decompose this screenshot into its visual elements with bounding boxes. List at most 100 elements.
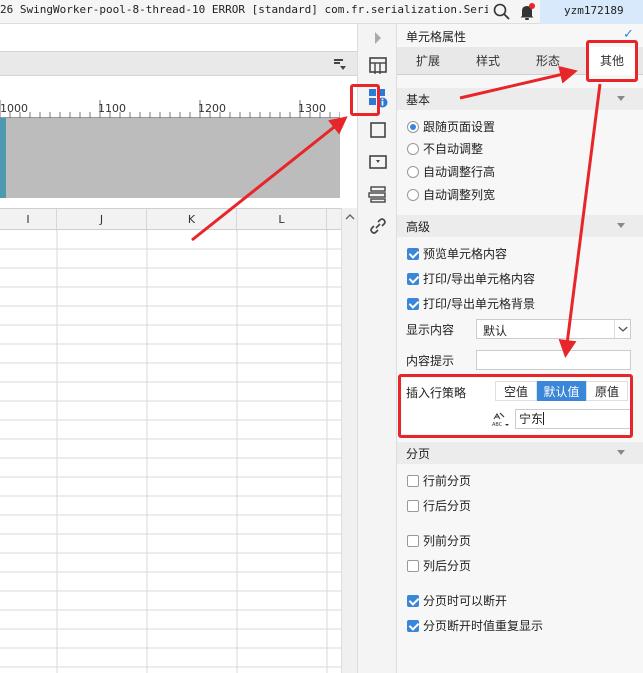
text-editor-icon[interactable]: ABC [491, 412, 511, 428]
insert-original-button[interactable]: 原值 [586, 381, 628, 401]
column-header-j[interactable]: J [57, 209, 147, 231]
user-name: yzm172189 [564, 4, 624, 17]
checkbox-icon [407, 298, 419, 310]
tab-form[interactable]: 形态 [521, 47, 575, 75]
section-paging-header[interactable]: 分页 [397, 442, 643, 464]
ruler-label: 1200 [198, 102, 226, 115]
column-headers: I J K L [0, 208, 341, 231]
dropdown-menu-icon[interactable] [333, 57, 347, 71]
chevron-down-icon [617, 96, 625, 101]
column-header-k[interactable]: K [147, 209, 237, 231]
check-preview-content[interactable]: 预览单元格内容 [407, 245, 507, 263]
insert-row-strategy: 插入行策略 空值 默认值 原值 ABC 宁东 [402, 378, 631, 434]
tab-other[interactable]: 其他 [586, 47, 638, 75]
tab-expand[interactable]: 扩展 [401, 47, 455, 75]
cell-attributes-icon[interactable] [366, 86, 390, 110]
selection-edge [0, 118, 6, 198]
horizontal-ruler: 1000 1100 1200 1300 [0, 100, 340, 118]
log-message: 26 SwingWorker-pool-8-thread-10 ERROR [s… [0, 3, 488, 16]
checkbox-icon [407, 500, 419, 512]
cell-grid[interactable]: I J K L [0, 208, 341, 673]
section-advanced-header[interactable]: 高级 [397, 215, 643, 237]
check-print-background[interactable]: 打印/导出单元格背景 [407, 295, 535, 313]
option-label: 行前分页 [423, 474, 472, 488]
checkbox-icon [407, 475, 419, 487]
content-tip-label: 内容提示 [406, 354, 455, 368]
radio-auto-col-width[interactable]: 自动调整列宽 [407, 186, 495, 204]
section-basic-title: 基本 [406, 93, 431, 107]
section-basic-header[interactable]: 基本 [397, 88, 643, 110]
checkbox-icon [407, 535, 419, 547]
canvas-background [0, 118, 340, 198]
radio-icon [407, 189, 419, 201]
hyperlink-icon[interactable] [366, 214, 390, 238]
display-content-select[interactable]: 默认 [476, 319, 631, 339]
option-label: 行后分页 [423, 499, 472, 513]
option-label: 列后分页 [423, 559, 472, 573]
collapse-arrow-icon[interactable] [366, 26, 390, 50]
panel-title: 单元格属性 [406, 30, 467, 44]
grid-lines [0, 230, 341, 673]
check-page-after-row[interactable]: 行后分页 [407, 497, 471, 515]
check-repeat-on-break[interactable]: 分页断开时值重复显示 [407, 617, 543, 635]
default-value-text: 宁东 [519, 412, 544, 426]
border-icon[interactable] [366, 118, 390, 142]
check-page-after-col[interactable]: 列后分页 [407, 557, 471, 575]
checkbox-icon [407, 620, 419, 632]
option-label: 自动调整行高 [423, 165, 496, 179]
ruler-label: 1000 [0, 102, 28, 115]
chevron-down-icon [617, 450, 625, 455]
section-paging-title: 分页 [406, 447, 431, 461]
cell-expand-icon[interactable] [366, 54, 390, 78]
option-label: 分页时可以断开 [423, 594, 508, 608]
radio-icon [407, 166, 419, 178]
checkbox-icon [407, 248, 419, 260]
tab-style[interactable]: 样式 [461, 47, 515, 75]
check-page-before-col[interactable]: 列前分页 [407, 532, 471, 550]
property-tabs: 扩展 样式 形态 其他 [397, 47, 643, 75]
check-page-before-row[interactable]: 行前分页 [407, 472, 471, 490]
user-account[interactable]: yzm172189 [540, 0, 643, 24]
chevron-down-icon[interactable] [614, 320, 631, 338]
check-print-content[interactable]: 打印/导出单元格内容 [407, 270, 535, 288]
check-break-on-page[interactable]: 分页时可以断开 [407, 592, 507, 610]
condition-icon[interactable] [366, 182, 390, 206]
option-label: 跟随页面设置 [423, 120, 496, 134]
ruler-label: 1100 [98, 102, 126, 115]
text-caret [543, 412, 545, 425]
search-icon[interactable] [492, 2, 512, 22]
option-label: 自动调整列宽 [423, 188, 496, 202]
radio-follow-page[interactable]: 跟随页面设置 [407, 118, 495, 136]
insert-strategy-label: 插入行策略 [406, 386, 467, 400]
radio-no-auto[interactable]: 不自动调整 [407, 140, 483, 158]
bell-icon[interactable] [518, 2, 536, 22]
option-label: 打印/导出单元格内容 [423, 272, 536, 286]
option-label: 不自动调整 [423, 142, 484, 156]
radio-icon [407, 143, 419, 155]
status-bar: 26 SwingWorker-pool-8-thread-10 ERROR [s… [0, 0, 643, 24]
option-label: 分页断开时值重复显示 [423, 619, 544, 633]
checkbox-icon [407, 595, 419, 607]
content-tip-input[interactable] [476, 350, 631, 370]
property-icon-bar [357, 24, 397, 673]
confirm-check-icon[interactable]: ✓ [623, 27, 634, 42]
widget-icon[interactable] [366, 150, 390, 174]
option-label: 列前分页 [423, 534, 472, 548]
radio-icon [407, 121, 419, 133]
display-content-value: 默认 [483, 324, 508, 338]
scroll-up-icon[interactable] [344, 212, 356, 222]
option-label: 预览单元格内容 [423, 247, 508, 261]
radio-auto-row-height[interactable]: 自动调整行高 [407, 163, 495, 181]
toolbar-strip [0, 51, 357, 76]
spreadsheet-area: 1000 1100 1200 1300 I J K L [0, 24, 357, 673]
vertical-scrollbar[interactable] [341, 208, 357, 673]
insert-null-button[interactable]: 空值 [495, 381, 537, 401]
checkbox-icon [407, 273, 419, 285]
cell-properties-panel: 单元格属性 ✓ 扩展 样式 形态 其他 基本 跟随页面设置 不自动调整 自动调整… [397, 24, 643, 673]
column-header-i[interactable]: I [0, 209, 57, 231]
insert-default-button[interactable]: 默认值 [537, 381, 586, 401]
checkbox-icon [407, 560, 419, 572]
default-value-input[interactable]: 宁东 [515, 409, 631, 429]
chevron-down-icon [617, 223, 625, 228]
column-header-l[interactable]: L [237, 209, 327, 231]
